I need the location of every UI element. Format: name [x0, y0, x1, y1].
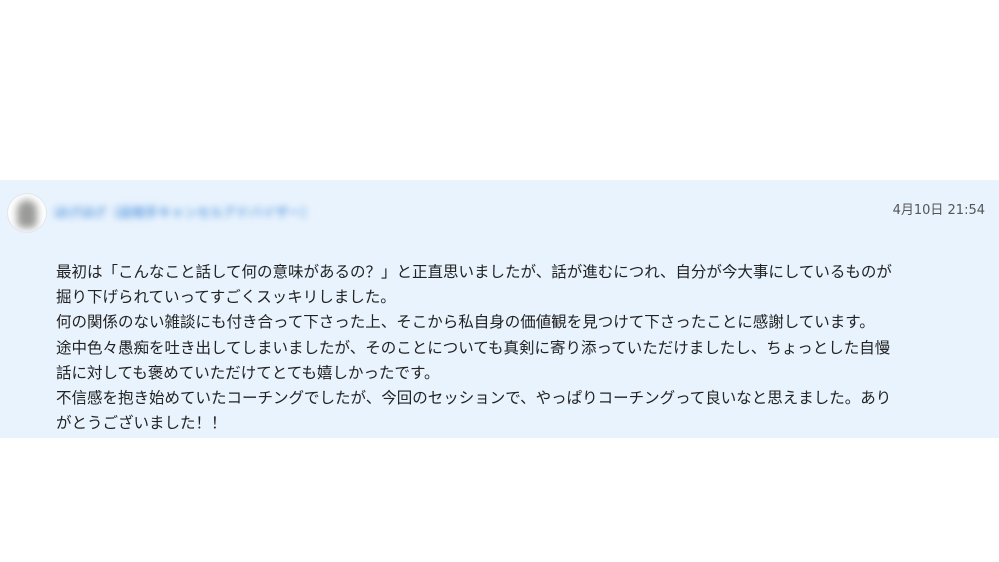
review-message: 最初は「こんなこと話して何の意味があるの？」と正直思いましたが、話が進むにつれ、… — [56, 260, 986, 436]
message-line: 掘り下げられていってすごくスッキリしました。 — [56, 288, 396, 307]
message-line: がとうございました！！ — [56, 414, 227, 433]
message-line: 何の関係のない雑談にも付き合って下さった上、そこから私自身の価値観を見つけて下さ… — [56, 313, 875, 332]
avatar-image — [17, 200, 37, 228]
avatar[interactable] — [8, 194, 46, 232]
message-line: 話に対しても褒めていただけてとても嬉しかったです。 — [56, 363, 440, 382]
reviewer-name[interactable]: ほげほげ（話相手キャンセルアドバイザー） — [54, 202, 314, 221]
message-line: 途中色々愚痴を吐き出してしまいましたが、そのことについても真剣に寄り添っていただ… — [56, 338, 891, 357]
review-timestamp: 4月10日 21:54 — [892, 203, 985, 218]
review-card: ほげほげ（話相手キャンセルアドバイザー） 4月10日 21:54 最初は「こんな… — [0, 180, 999, 438]
message-line: 最初は「こんなこと話して何の意味があるの？」と正直思いましたが、話が進むにつれ、… — [56, 263, 892, 281]
message-line: 不信感を抱き始めていたコーチングでしたが、今回のセッションで、やっぱりコーチング… — [56, 389, 892, 408]
